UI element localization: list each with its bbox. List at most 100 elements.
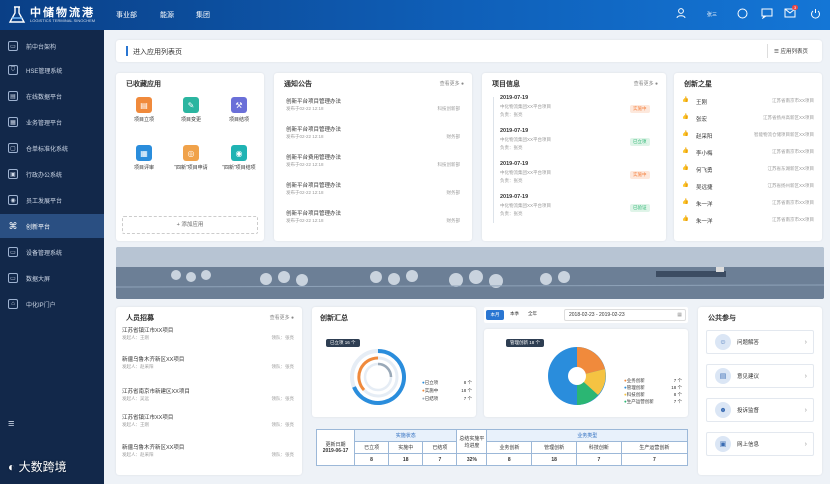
user-icon[interactable] bbox=[676, 8, 686, 21]
sidebar-item-portal[interactable]: ⌂ 中化IP门户 bbox=[0, 292, 104, 316]
nav-item-group[interactable]: 集团 bbox=[196, 10, 210, 20]
star-name: 朱一洋 bbox=[696, 202, 713, 208]
project-name[interactable]: 中化物流集团XX平台项目 bbox=[500, 203, 551, 209]
public-item-report[interactable]: ▣ 网上信息 › bbox=[706, 432, 814, 456]
arrow-right-icon: ● bbox=[460, 81, 464, 87]
power-icon[interactable] bbox=[810, 8, 821, 21]
public-item-suggestion[interactable]: ▤ 意见建议 › bbox=[706, 364, 814, 388]
sidebar-item-device[interactable]: ▭ 设备管理系统 bbox=[0, 240, 104, 264]
type-col: 生产运营创新 bbox=[620, 441, 689, 454]
legend-value: 8 个 bbox=[673, 392, 682, 397]
star-name: 李小梅 bbox=[696, 151, 713, 157]
chevron-right-icon: › bbox=[804, 372, 807, 380]
office-icon: ▣ bbox=[8, 169, 18, 179]
sidebar-item-online-data[interactable]: ▤ 在线数据平台 bbox=[0, 84, 104, 108]
project-name[interactable]: 中化物流集团XX平台项目 bbox=[500, 170, 551, 176]
more-link[interactable]: 查看更多 ● bbox=[270, 314, 294, 321]
add-app-label: 添加应用 bbox=[181, 222, 204, 228]
app-four-new-close[interactable]: ◉ “四新”项目结项 bbox=[214, 145, 264, 171]
sidebar-item-innovation[interactable]: ⌘ 创新平台 bbox=[0, 214, 104, 238]
star-project[interactable]: 智能物流仓储项目新区XX项目 bbox=[754, 132, 814, 138]
project-name[interactable]: 中化物流集团XX平台项目 bbox=[500, 137, 551, 143]
star-name: 朱一洋 bbox=[696, 219, 713, 225]
tab-year[interactable]: 全年 bbox=[528, 311, 537, 317]
sidebar-item-business[interactable]: ▦ 业务管理平台 bbox=[0, 110, 104, 134]
star-project[interactable]: 江苏省东湖新区XX项目 bbox=[767, 166, 814, 172]
top-bar: 中储物流港 LOGISTICS TERMINAL SINOCHEM 事业部 能源… bbox=[0, 0, 830, 30]
user-name[interactable]: 张三 bbox=[707, 11, 717, 18]
notice-date: 发布于02-22 12:18 bbox=[286, 218, 324, 223]
notice-title[interactable]: 创新平台费用管理办法 bbox=[286, 153, 341, 161]
recruit-title[interactable]: 新疆乌鲁木齐新区XX项目 bbox=[122, 355, 184, 363]
innovation-donut-chart bbox=[350, 349, 406, 405]
breadcrumb: 进入应用列表页 bbox=[133, 49, 182, 56]
sidebar-item-screen[interactable]: ▭ 数据大屏 bbox=[0, 266, 104, 290]
notice-dept: 科技创新部 bbox=[437, 106, 461, 111]
public-item-complaint[interactable]: ☻ 投诉监督 › bbox=[706, 398, 814, 422]
public-item-qa[interactable]: ☺ 问题解答 › bbox=[706, 330, 814, 354]
sidebar-item-warrant[interactable]: ▢ 仓单标准化系统 bbox=[0, 136, 104, 160]
project-owner: 负责：张亮 bbox=[500, 145, 523, 150]
menu-icon[interactable]: ≡ bbox=[8, 418, 14, 430]
legend-label: 管理创新 bbox=[626, 385, 645, 390]
more-link[interactable]: 查看更多 ● bbox=[440, 80, 464, 87]
notice-title[interactable]: 创新平台项目管理办法 bbox=[286, 209, 341, 217]
recruit-title[interactable]: 江苏省镇江市XX项目 bbox=[122, 413, 173, 421]
legend-item: ●生产运营创新 7 个 bbox=[624, 398, 682, 405]
circle-icon[interactable] bbox=[737, 8, 748, 21]
projects-card: 项目信息 查看更多 ● 2019-07-19 中化物流集团XX平台项目 负责：张… bbox=[482, 73, 666, 241]
app-project-review[interactable]: ▦ 项目评审 bbox=[119, 145, 169, 171]
legend-value: 18 个 bbox=[671, 385, 682, 390]
sidebar-item-office[interactable]: ▣ 行政办公系统 bbox=[0, 162, 104, 186]
star-project[interactable]: 江苏省南京市XX项目 bbox=[772, 149, 814, 155]
status-val: 7 bbox=[422, 453, 458, 466]
app-list-button[interactable]: ☰ 应用列表页 bbox=[767, 44, 814, 58]
thumb-icon: 👍 bbox=[682, 216, 689, 222]
recruit-title[interactable]: 江苏省镇江市XX项目 bbox=[122, 326, 173, 334]
star-project[interactable]: 江苏省南京市XX项目 bbox=[772, 217, 814, 223]
recruit-leader: 领队：张亮 bbox=[271, 335, 295, 340]
star-project[interactable]: 江苏省扬州高新区XX项目 bbox=[763, 115, 814, 121]
project-name[interactable]: 中化物流集团XX平台项目 bbox=[500, 104, 551, 110]
app-project-setup[interactable]: ▤ 项目立项 bbox=[119, 97, 169, 123]
type-val: 8 bbox=[486, 453, 533, 466]
legend-item: ●实施中 18 个 bbox=[422, 387, 472, 395]
nav-item-business[interactable]: 事业部 bbox=[116, 10, 137, 20]
more-link[interactable]: 查看更多 ● bbox=[634, 80, 658, 87]
filter-bar: 本月 本季 全年 2018-02-23 - 2019-02-23 ▦ bbox=[484, 307, 688, 323]
innovation-pie-card: 管理创新 18 个 ●业务创新 7 个 ●管理创新 18 个 ●科技创新 8 个 ●生… bbox=[484, 329, 688, 417]
folder-icon: ▦ bbox=[8, 117, 18, 127]
notice-title[interactable]: 创新平台项目管理办法 bbox=[286, 125, 341, 133]
app-project-close[interactable]: ⚒ 项目结项 bbox=[214, 97, 264, 123]
legend-label: 生产运营创新 bbox=[626, 399, 654, 404]
star-project[interactable]: 江苏省南京市XX项目 bbox=[772, 200, 814, 206]
tab-quarter[interactable]: 本季 bbox=[510, 311, 519, 317]
sidebar-item-hse[interactable]: ⛉ HSE管理系统 bbox=[0, 58, 104, 82]
add-app-button[interactable]: + 添加应用 bbox=[122, 216, 258, 234]
doc-icon: ▢ bbox=[8, 143, 18, 153]
more-label: 查看更多 bbox=[269, 315, 290, 321]
watermark: ◐ 大数跨境 bbox=[8, 458, 67, 475]
app-project-change[interactable]: ✎ 项目变更 bbox=[166, 97, 216, 123]
app-label: 项目评审 bbox=[133, 165, 154, 171]
message-icon[interactable] bbox=[761, 8, 773, 21]
notice-title[interactable]: 创新平台项目管理办法 bbox=[286, 181, 341, 189]
recruit-title[interactable]: 江苏省南京市新建区XX项目 bbox=[122, 387, 190, 395]
sidebar-item-staff[interactable]: ◉ 员工发展平台 bbox=[0, 188, 104, 212]
star-project[interactable]: 江苏省南京市XX项目 bbox=[772, 98, 814, 104]
sidebar-item-architecture[interactable]: ▭ 前中台架构 bbox=[0, 34, 104, 58]
notice-dept: 财务部 bbox=[446, 190, 461, 195]
logo-icon bbox=[6, 5, 28, 25]
favorite-apps-card: 已收藏应用 ▤ 项目立项 ✎ 项目变更 ⚒ 项目结项 ▦ 项目评审 ◎ “四新”项目申请 … bbox=[116, 73, 264, 241]
app-four-new-apply[interactable]: ◎ “四新”项目申请 bbox=[166, 145, 216, 171]
date-range-picker[interactable]: 2018-02-23 - 2019-02-23 ▦ bbox=[564, 309, 686, 321]
pie-legend: ●业务创新 7 个 ●管理创新 18 个 ●科技创新 8 个 ●生产运营创新 7 个 bbox=[624, 377, 682, 405]
status-val: 8 bbox=[353, 453, 390, 466]
recruit-title[interactable]: 新疆乌鲁木齐新区XX项目 bbox=[122, 443, 184, 451]
type-val: 7 bbox=[576, 453, 622, 466]
card-title: 通知公告 bbox=[284, 81, 312, 88]
notice-title[interactable]: 创新平台项目管理办法 bbox=[286, 97, 341, 105]
nav-item-energy[interactable]: 能源 bbox=[160, 10, 174, 20]
tab-month[interactable]: 本月 bbox=[486, 310, 504, 320]
star-project[interactable]: 江苏省扬州新区XX项目 bbox=[767, 183, 814, 189]
